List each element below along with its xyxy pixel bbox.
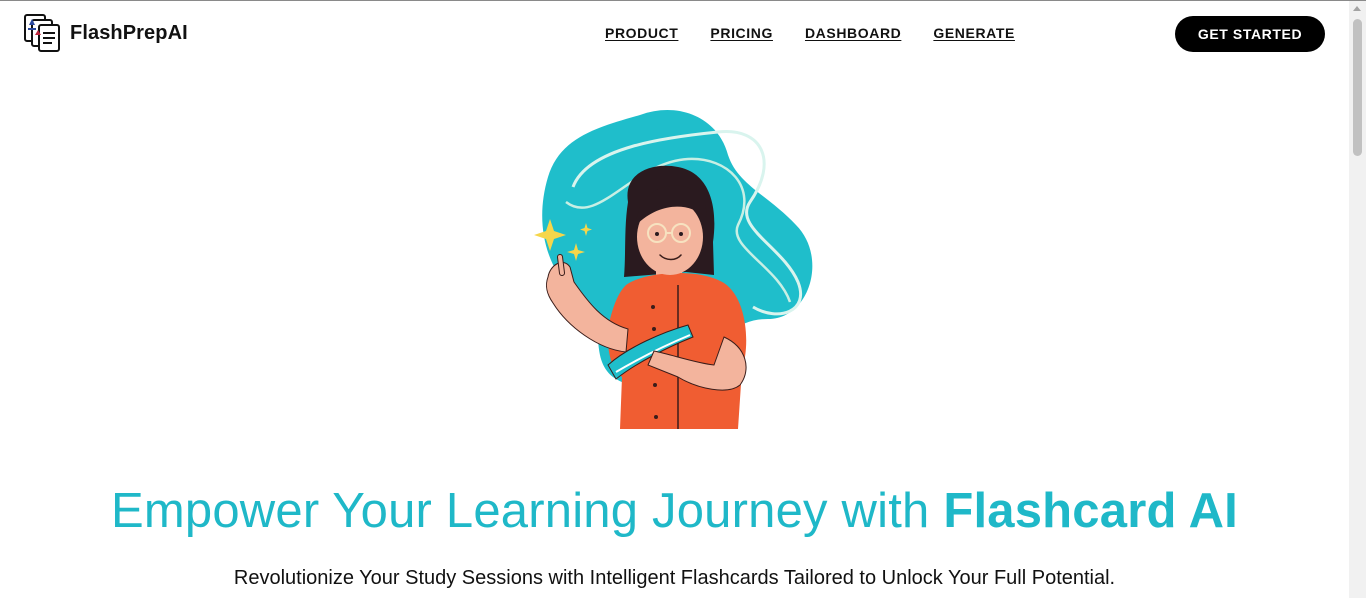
get-started-button[interactable]: GET STARTED: [1175, 16, 1325, 52]
page: FlashPrepAI PRODUCT PRICING DASHBOARD GE…: [0, 0, 1366, 598]
scrollbar-thumb[interactable]: [1353, 19, 1362, 156]
flashcards-logo-icon: [24, 14, 60, 52]
brand-logo[interactable]: FlashPrepAI: [22, 13, 188, 53]
nav-pricing[interactable]: PRICING: [710, 25, 773, 41]
nav-generate[interactable]: GENERATE: [933, 25, 1015, 41]
hero-title-regular: Empower Your Learning Journey with: [110, 484, 944, 538]
scroll-up-arrow-icon[interactable]: [1353, 6, 1361, 11]
brand-name: FlashPrepAI: [70, 21, 188, 44]
site-header: FlashPrepAI PRODUCT PRICING DASHBOARD GE…: [0, 1, 1349, 67]
hero-title: Empower Your Learning Journey with Flash…: [0, 483, 1349, 539]
hero-title-strong: Flashcard AI: [943, 484, 1238, 538]
hero-subtitle: Revolutionize Your Study Sessions with I…: [233, 567, 1116, 589]
nav-dashboard[interactable]: DASHBOARD: [805, 25, 901, 41]
main-nav: PRODUCT PRICING DASHBOARD GENERATE: [605, 25, 1015, 41]
girl-with-flashcards-illustration: [534, 109, 813, 429]
nav-product[interactable]: PRODUCT: [605, 25, 678, 41]
vertical-scrollbar[interactable]: [1349, 1, 1366, 598]
